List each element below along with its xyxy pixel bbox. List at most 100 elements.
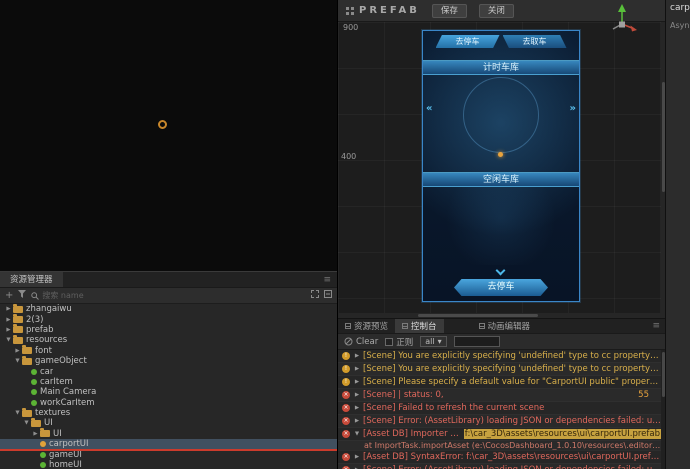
go-pickup-tab-button[interactable]: 去取车 (502, 35, 567, 48)
stack-text: at ImportTask.importAsset (e:\CocosDashb… (364, 441, 661, 450)
page-left-arrow-icon[interactable]: « (426, 103, 432, 114)
expand-all-icon[interactable] (311, 290, 319, 301)
expand-icon[interactable]: ▶ (353, 418, 361, 424)
tree-collapsed-icon[interactable]: ▶ (13, 348, 22, 354)
chevron-down-icon[interactable] (495, 265, 506, 276)
tree-item-prefab[interactable]: ▶ prefab (0, 324, 337, 335)
panel-icon (402, 323, 409, 329)
log-row[interactable]: × ▶ [Asset DB] SyntaxError: f:\car_3D\asse… (338, 451, 661, 464)
tab-label: 资源预览 (354, 322, 389, 332)
expand-icon[interactable]: ▶ (353, 379, 361, 385)
console-toolbar: Clear 正则 all ▾ (338, 334, 666, 350)
collapse-all-icon[interactable] (324, 290, 332, 301)
tree-item-ui[interactable]: ▼ UI (0, 417, 337, 428)
tree-item-gameui[interactable]: gameUI (0, 449, 337, 460)
tab-animation-editor[interactable]: 动画编辑器 (472, 319, 538, 333)
log-row[interactable]: × ▶ [Scene] Failed to refresh the current … (338, 402, 661, 415)
expand-icon[interactable]: ▶ (353, 366, 361, 372)
tab-console[interactable]: 控制台 (395, 319, 444, 333)
ruler-mark-900: 900 (343, 23, 359, 32)
filter-icon[interactable] (18, 290, 27, 301)
page-right-arrow-icon[interactable]: » (570, 103, 576, 114)
prefab-icon (31, 389, 37, 396)
tree-item-label: font (35, 345, 52, 356)
panel-menu-icon[interactable]: ≡ (646, 319, 666, 333)
idle-garage-body (423, 187, 579, 265)
tree-collapsed-icon[interactable]: ▶ (4, 327, 13, 333)
create-asset-button[interactable]: + (5, 290, 13, 301)
console-filter-input[interactable] (453, 336, 500, 347)
log-row[interactable]: ! ▶ [Scene] Please specify a default value… (338, 376, 661, 389)
close-button[interactable]: 关闭 (478, 3, 514, 18)
tree-item-gameobject[interactable]: ▼ gameObject (0, 355, 337, 366)
log-text: [Scene] Error: (AssetLibrary) loading JS… (363, 465, 661, 469)
log-row-expanded[interactable]: ×▼[Asset DB] Importer exec failed: f:\ca… (338, 428, 661, 441)
tree-item-label: zhangaiwu (26, 304, 72, 315)
ruler-mark-400: 400 (341, 152, 357, 161)
tree-item-homeui[interactable]: homeUI (0, 460, 337, 469)
console-panel: 资源预览 控制台 动画编辑器 ≡ Clear 正则 all ▾ ! ▶ [Sce… (338, 318, 666, 469)
scrollbar-thumb[interactable] (418, 314, 538, 317)
log-row[interactable]: ! ▶ [Scene] You are explicitly specifying … (338, 363, 661, 376)
gizmo-ring[interactable] (158, 120, 167, 129)
prefab-icon (40, 462, 46, 469)
tree-item-label: workCarItem (40, 397, 95, 408)
log-row[interactable]: ×▶[Scene] Error: (AssetLibrary) loading … (338, 415, 661, 428)
log-text: [Scene] You are explicitly specifying 'u… (363, 351, 661, 361)
tree-expanded-icon[interactable]: ▼ (13, 410, 22, 416)
scene-viewport[interactable]: 900 400 去停车 去取车 计时车库 « » 空闲车库 去停车 (338, 22, 666, 318)
tree-item-label: resources (26, 335, 68, 346)
prefab-editor-panel: PREFAB 保存 关闭 900 400 去停车 去取车 计时车库 « » 空闲… (337, 0, 666, 469)
expand-icon[interactable]: ▶ (353, 392, 361, 398)
expand-icon[interactable]: ▶ (353, 353, 361, 359)
log-level-select[interactable]: all ▾ (420, 336, 447, 347)
clear-label: Clear (356, 336, 379, 347)
log-stack-row[interactable]: at ImportTask.importAsset (e:\CocosDashb… (338, 441, 661, 451)
go-park-tab-button[interactable]: 去停车 (435, 35, 500, 48)
tree-item-caritem[interactable]: carItem (0, 377, 337, 387)
tree-collapsed-icon[interactable]: ▶ (4, 306, 13, 312)
tree-item-label: textures (35, 408, 71, 419)
tree-item-carportui[interactable]: carportUI (0, 439, 337, 450)
clear-button[interactable]: Clear (344, 337, 378, 347)
save-button[interactable]: 保存 (431, 3, 467, 18)
panel-icon (478, 323, 485, 329)
search-input[interactable]: 搜索 name (31, 290, 306, 301)
log-text: [Scene] Error: (AssetLibrary) loading JS… (363, 416, 661, 426)
prefab-grid-icon (346, 7, 349, 10)
log-text: [Asset DB] Importer exec failed: (363, 429, 464, 439)
tab-asset-preview[interactable]: 资源预览 (338, 319, 395, 333)
tree-collapsed-icon[interactable]: ▶ (31, 431, 40, 437)
scene-3d-view[interactable] (0, 0, 337, 271)
axis-gizmo[interactable] (605, 2, 639, 40)
panel-menu-icon[interactable]: ≡ (317, 272, 337, 287)
tree-item-ui-sub[interactable]: ▶ UI (0, 428, 337, 439)
cocos-creator-window: 资源管理器 ≡ + 搜索 name ▶ zhangaiwu ▶ 2(3) ▶ pref… (0, 0, 690, 469)
tree-item-zhangaiwu[interactable]: ▶ zhangaiwu (0, 304, 337, 314)
tree-item-car[interactable]: car (0, 366, 337, 377)
tree-item-resources[interactable]: ▼ resources (0, 334, 337, 346)
regex-checkbox[interactable]: 正则 (385, 336, 413, 348)
log-row[interactable]: × ▶ [Scene] | status: 0, 55 (338, 389, 661, 402)
prefab-canvas[interactable]: 去停车 去取车 计时车库 « » 空闲车库 去停车 (422, 30, 580, 302)
folder-icon (22, 407, 32, 417)
tree-item-textures[interactable]: ▼ textures (0, 407, 337, 419)
tree-expanded-icon[interactable]: ▼ (22, 420, 31, 426)
log-row[interactable]: ×▶[Scene] Error: (AssetLibrary) loading … (338, 464, 661, 469)
log-row[interactable]: ! ▶ [Scene] You are explicitly specifying … (338, 350, 661, 363)
inspector-node-title: carpor (670, 3, 690, 13)
expand-icon[interactable]: ▶ (353, 405, 361, 411)
collapse-icon[interactable]: ▼ (353, 431, 361, 437)
tab-assets-manager[interactable]: 资源管理器 (0, 272, 63, 287)
go-park-button[interactable]: 去停车 (454, 279, 548, 296)
error-icon: × (342, 430, 350, 438)
tree-item-workcaritem[interactable]: workCarItem (0, 398, 337, 408)
tree-item-main-camera[interactable]: Main Camera (0, 387, 337, 397)
tree-collapsed-icon[interactable]: ▶ (4, 317, 13, 323)
drop-indicator-line (0, 449, 337, 451)
tree-item-2-3[interactable]: ▶ 2(3) (0, 314, 337, 325)
expand-icon[interactable]: ▶ (353, 454, 361, 460)
tree-item-font[interactable]: ▶ font (0, 345, 337, 356)
tree-expanded-icon[interactable]: ▼ (4, 337, 13, 343)
tree-expanded-icon[interactable]: ▼ (13, 358, 22, 364)
